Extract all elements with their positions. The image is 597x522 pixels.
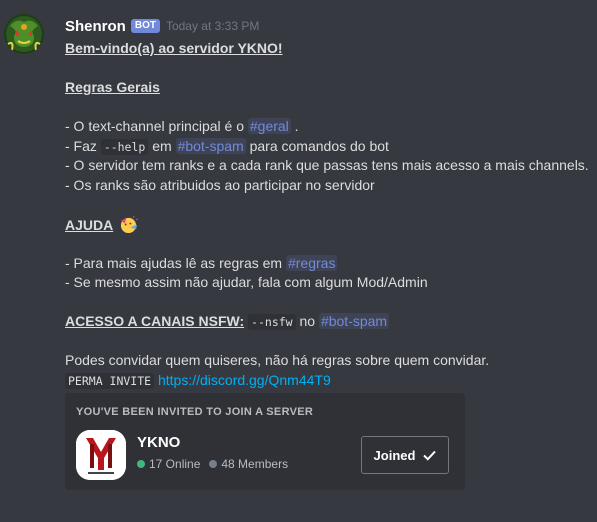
nsfw-line: ACESSO A CANAIS NSFW: --nsfw no #bot-spa… <box>65 312 590 332</box>
invite-header: YOU'VE BEEN INVITED TO JOIN A SERVER <box>76 406 314 418</box>
help-line-1: - Para mais ajudas lê as regras em #regr… <box>65 254 590 274</box>
message-content: Bem-vindo(a) ao servidor YKNO! Regras Ge… <box>65 39 590 390</box>
author-avatar[interactable] <box>4 14 44 54</box>
ykno-logo-icon <box>76 430 126 480</box>
joined-button-label: Joined <box>373 447 416 463</box>
server-name[interactable]: YKNO <box>137 434 180 451</box>
bot-tag-badge: BOT <box>130 19 160 33</box>
party-face-emoji-icon <box>121 215 139 233</box>
help-command-code: --help <box>100 138 149 155</box>
help-heading-line: AJUDA <box>65 215 590 235</box>
nsfw-command-code: --nsfw <box>248 314 296 330</box>
help1-text: - Para mais ajudas lê as regras em <box>65 254 286 271</box>
rule1-suffix: . <box>290 118 299 134</box>
invite-info-text: Podes convidar quem quiseres, não há reg… <box>65 352 490 368</box>
rule2-text: - Faz <box>65 137 101 154</box>
perma-invite-line: PERMA INVITE https://discord.gg/Qnm44T9 <box>65 371 590 391</box>
rule-line-2: - Faz --help em #bot-spam para comandos … <box>65 137 590 157</box>
message-header: Shenron BOT Today at 3:33 PM <box>65 16 259 36</box>
channel-mention-bot-spam-2[interactable]: #bot-spam <box>318 313 390 329</box>
rule2-suffix: para comandos do bot <box>245 137 389 154</box>
invite-body: YKNO 17 Online 48 Members Joined <box>76 430 449 480</box>
channel-mention-regras[interactable]: #regras <box>285 254 338 271</box>
online-count: 17 Online <box>149 457 201 471</box>
rule2-mid: em <box>148 137 176 154</box>
chat-message: Shenron BOT Today at 3:33 PM Bem-vindo(a… <box>0 0 597 522</box>
help-heading: AJUDA <box>65 216 114 233</box>
nsfw-mid: no <box>295 313 319 329</box>
rule-line-3: - O servidor tem ranks e a cada rank que… <box>65 157 589 173</box>
server-invite-embed: YOU'VE BEEN INVITED TO JOIN A SERVER YKN… <box>65 393 465 490</box>
online-status-dot <box>137 460 145 468</box>
rules-heading: Regras Gerais <box>65 79 160 95</box>
channel-mention-bot-spam[interactable]: #bot-spam <box>175 137 246 154</box>
nsfw-heading: ACESSO A CANAIS NSFW: <box>65 313 245 329</box>
joined-button[interactable]: Joined <box>361 436 449 474</box>
welcome-heading: Bem-vindo(a) ao servidor YKNO! <box>65 40 283 56</box>
channel-mention-geral[interactable]: #geral <box>247 118 291 134</box>
rule1-text: - O text-channel principal é o <box>65 118 248 134</box>
rule-line-4: - Os ranks são atribuidos ao participar … <box>65 176 375 193</box>
author-username[interactable]: Shenron <box>65 18 126 35</box>
server-stats: 17 Online 48 Members <box>137 457 288 471</box>
dragon-avatar-icon <box>4 14 44 54</box>
checkmark-icon <box>423 450 437 461</box>
rule-line-1: - O text-channel principal é o #geral . <box>65 117 590 137</box>
message-timestamp: Today at 3:33 PM <box>165 19 260 33</box>
perma-invite-code: PERMA INVITE <box>65 372 155 389</box>
member-count: 48 Members <box>221 457 289 471</box>
server-icon[interactable] <box>76 430 126 480</box>
invite-link[interactable]: https://discord.gg/Qnm44T9 <box>158 372 331 388</box>
members-status-dot <box>209 460 218 468</box>
help-line-2: - Se mesmo assim não ajudar, fala com al… <box>65 274 428 290</box>
